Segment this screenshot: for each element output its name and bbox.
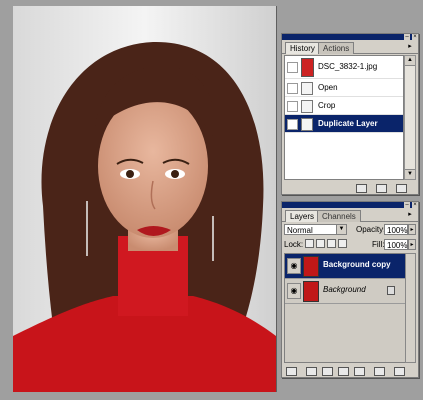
layer-thumbnail (303, 281, 319, 302)
new-document-from-state-icon[interactable] (356, 184, 367, 193)
tab-actions[interactable]: Actions (318, 42, 355, 54)
history-brush-source-checkbox[interactable] (287, 101, 298, 112)
layer-background-copy[interactable]: ◉ Background copy (285, 254, 405, 279)
opacity-label: Opacity: (356, 225, 386, 234)
eye-icon[interactable]: ◉ (287, 283, 301, 299)
opacity-field[interactable]: 100% (384, 224, 408, 235)
layer-background[interactable]: ◉ Background (285, 279, 405, 304)
layer-name[interactable]: Background (323, 285, 366, 294)
layers-scrollbar[interactable] (405, 253, 416, 363)
trash-icon[interactable] (396, 184, 407, 193)
link-icon[interactable] (286, 367, 297, 376)
eye-icon[interactable]: ◉ (287, 258, 301, 274)
tab-channels[interactable]: Channels (317, 210, 361, 222)
lock-transparency-icon[interactable] (305, 239, 314, 249)
history-step-crop[interactable]: Crop (285, 97, 403, 115)
history-footer (282, 181, 418, 194)
snapshot-source-checkbox[interactable] (287, 62, 298, 73)
layer-name[interactable]: Background copy (323, 260, 391, 269)
panel-menu-icon[interactable]: ▸ (406, 43, 414, 51)
layers-panel: – × Layers Channels ▸ Normal ▼ Opacity: … (281, 201, 419, 378)
new-group-icon[interactable] (354, 367, 365, 376)
history-tabs: History Actions ▸ (282, 40, 418, 54)
layer-style-icon[interactable] (306, 367, 317, 376)
layer-thumbnail (303, 256, 319, 277)
trash-icon[interactable] (394, 367, 405, 376)
lock-move-icon[interactable] (327, 239, 336, 249)
lock-label: Lock: (284, 240, 304, 249)
lock-options (305, 239, 349, 249)
scroll-down-icon[interactable]: ▼ (405, 169, 415, 179)
chevron-down-icon[interactable]: ▼ (336, 225, 346, 234)
layer-list: ◉ Background copy ◉ Background (284, 253, 406, 363)
layers-lock-row: Lock: Fill: 100% ▸ (284, 238, 416, 252)
history-snapshot[interactable]: DSC_3832-1.jpg (285, 56, 403, 79)
adjustment-layer-icon[interactable] (338, 367, 349, 376)
history-step-label: Open (318, 83, 338, 92)
fill-field[interactable]: 100% (384, 239, 408, 250)
crop-icon (301, 100, 313, 113)
blend-mode-value: Normal (287, 226, 313, 235)
layer-mask-icon[interactable] (322, 367, 333, 376)
layer-icon (301, 118, 313, 131)
history-scrollbar[interactable]: ▲ ▼ (404, 55, 416, 180)
history-step-duplicate-layer[interactable]: Duplicate Layer (285, 115, 403, 133)
history-step-open[interactable]: Open (285, 79, 403, 97)
scroll-up-icon[interactable]: ▲ (405, 56, 415, 66)
snapshot-thumbnail (301, 58, 314, 77)
panel-menu-icon[interactable]: ▸ (406, 211, 414, 219)
layers-tabs: Layers Channels ▸ (282, 208, 418, 222)
document-canvas[interactable] (13, 6, 277, 392)
lock-all-icon[interactable] (338, 239, 347, 249)
history-list: DSC_3832-1.jpg Open Crop Duplicate Layer (284, 55, 404, 180)
lock-paint-icon[interactable] (316, 239, 325, 249)
history-brush-source-checkbox[interactable] (287, 83, 298, 94)
history-brush-source-checkbox[interactable] (287, 119, 298, 130)
fill-stepper[interactable]: ▸ (408, 239, 416, 250)
layers-footer (282, 364, 418, 377)
new-layer-icon[interactable] (374, 367, 385, 376)
blend-mode-select[interactable]: Normal ▼ (284, 224, 347, 235)
portrait-photo (13, 6, 276, 392)
history-panel: – × History Actions ▸ DSC_3832-1.jpg Ope… (281, 33, 419, 195)
tab-layers[interactable]: Layers (285, 210, 320, 222)
tab-history[interactable]: History (285, 42, 320, 54)
layers-options: Normal ▼ Opacity: 100% ▸ (284, 223, 416, 237)
history-step-label: Crop (318, 101, 336, 110)
fill-label: Fill: (372, 240, 385, 249)
create-snapshot-icon[interactable] (376, 184, 387, 193)
opacity-stepper[interactable]: ▸ (408, 224, 416, 235)
history-step-label: Duplicate Layer (318, 119, 378, 128)
lock-icon (387, 286, 395, 295)
snapshot-label: DSC_3832-1.jpg (318, 62, 378, 71)
document-icon (301, 82, 313, 95)
